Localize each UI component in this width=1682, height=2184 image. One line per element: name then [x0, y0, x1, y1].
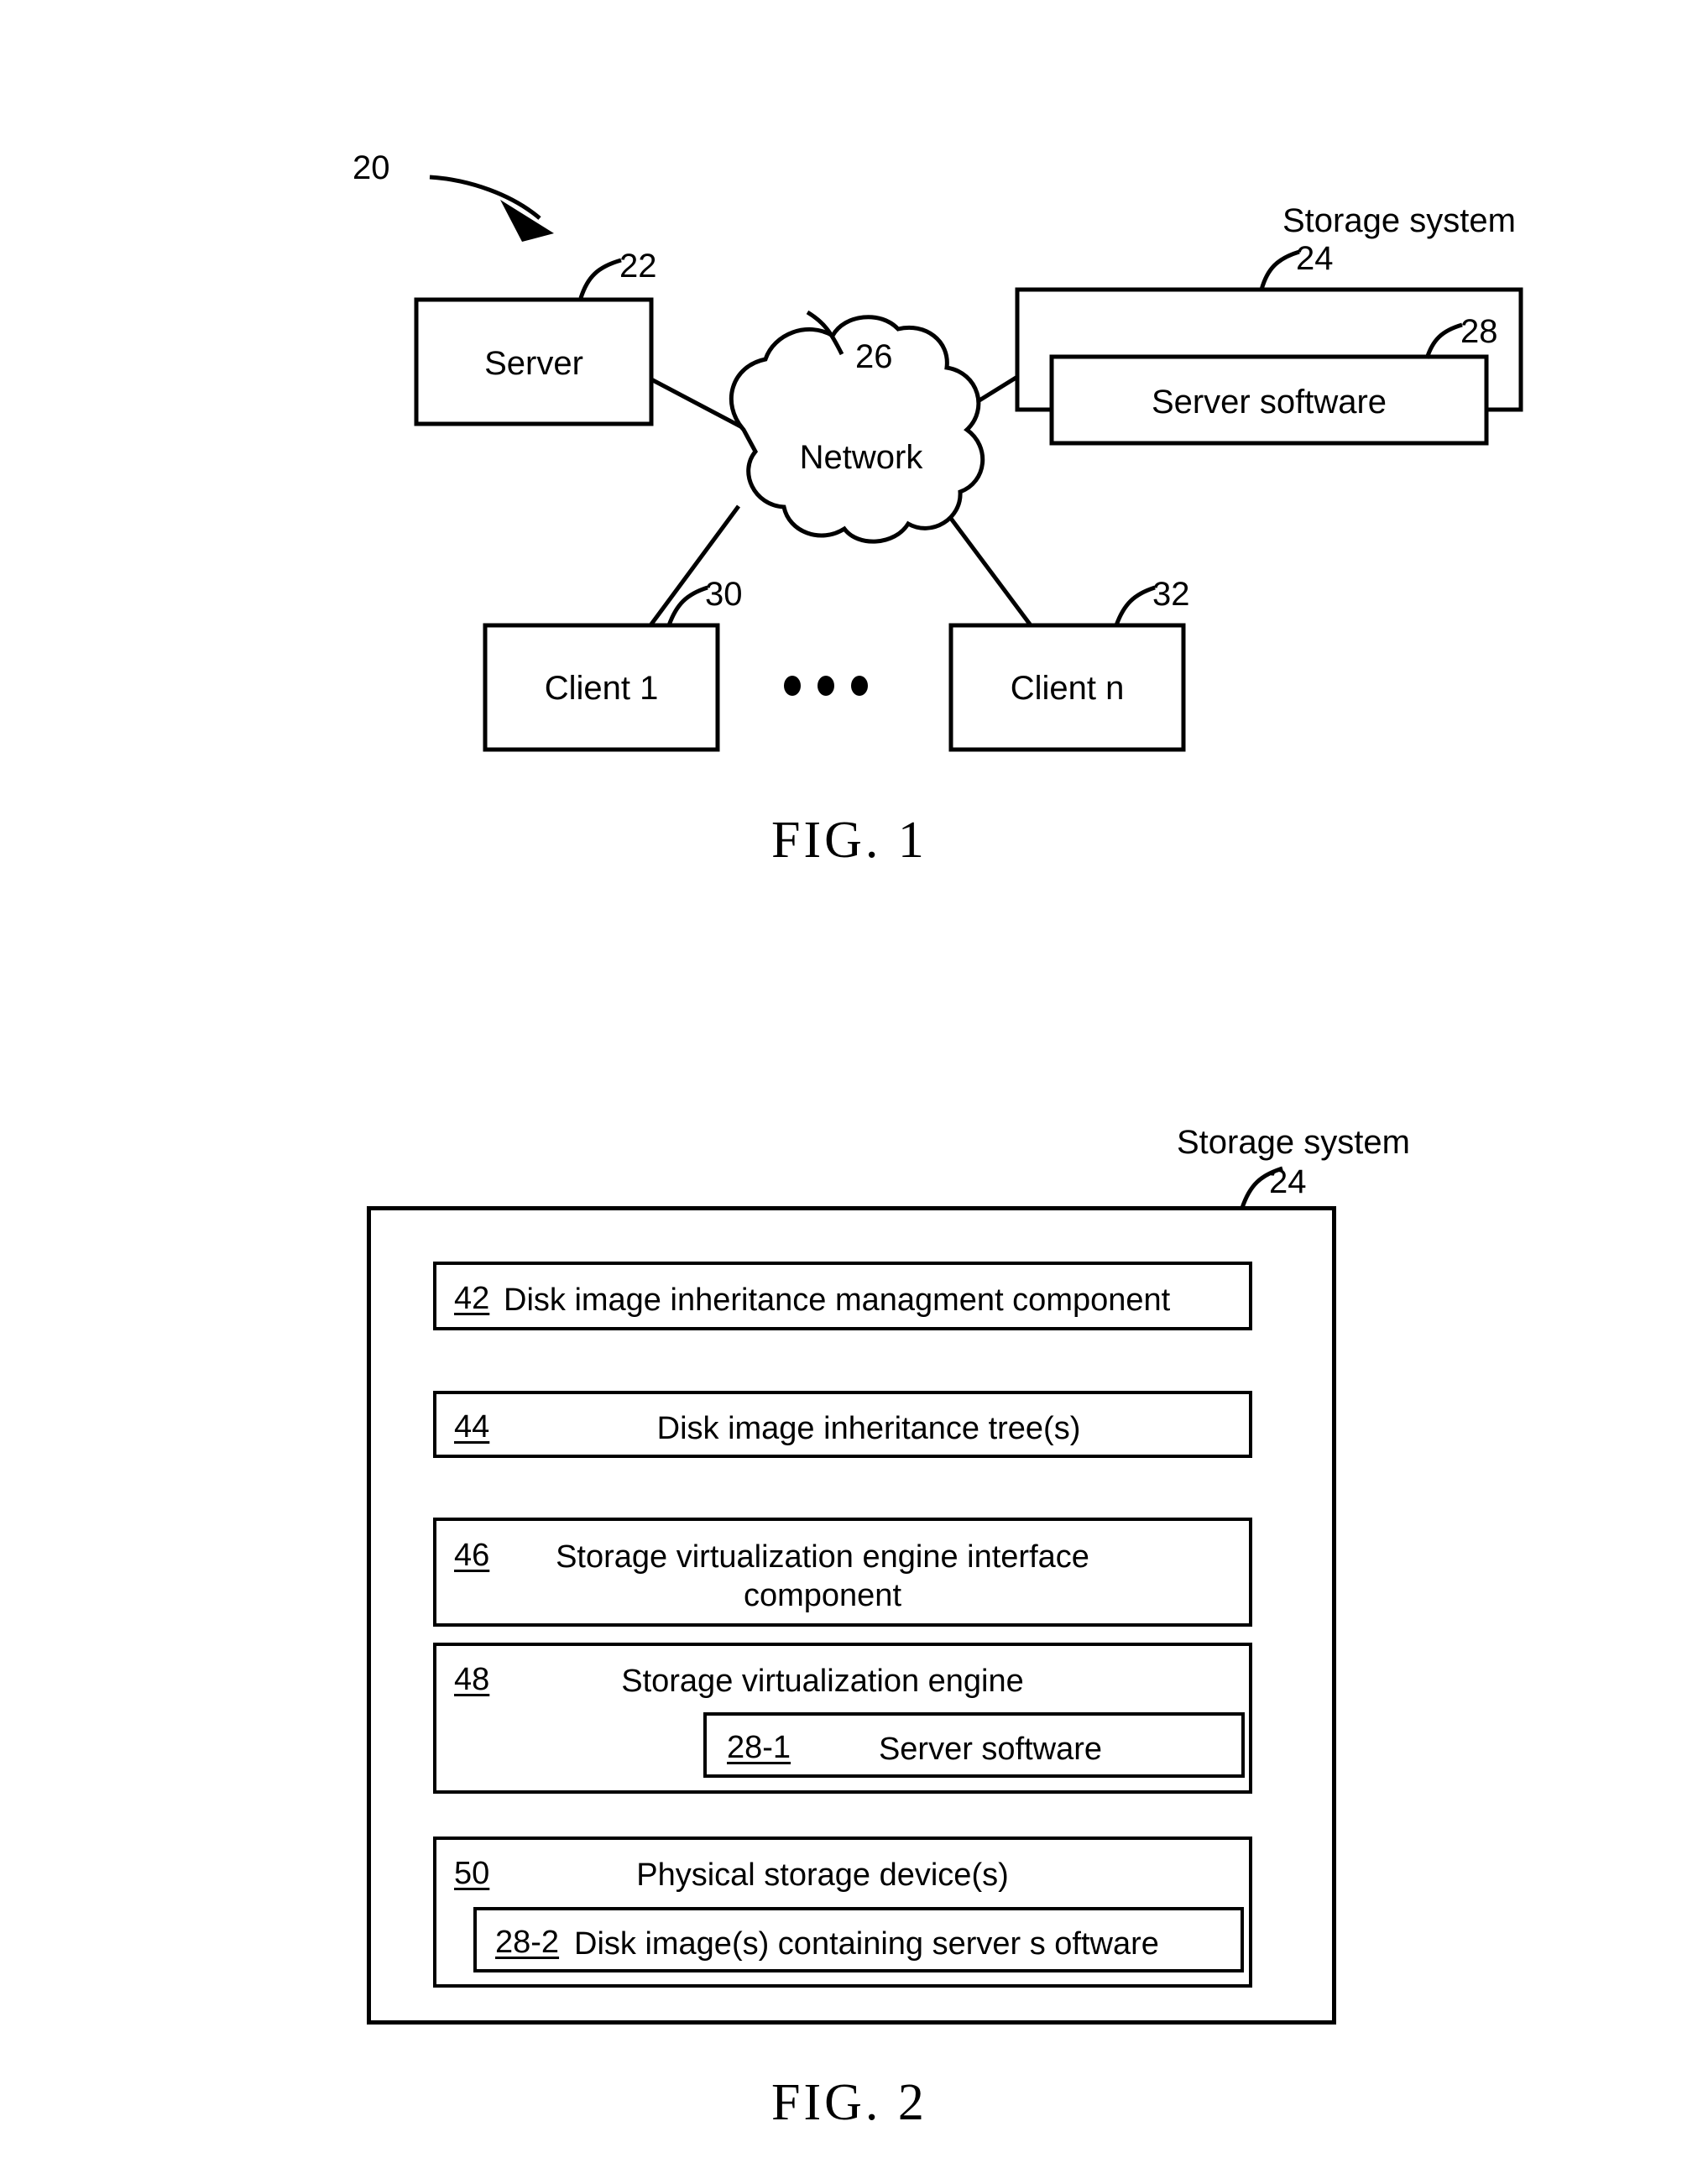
fig2-label-42: Disk image inheritance managment compone… — [504, 1283, 1171, 1318]
fig1-server-software-label: Server software — [1151, 384, 1387, 421]
fig2-label-28-1: Server software — [878, 1732, 1103, 1767]
fig2-ref-50: 50 — [454, 1856, 490, 1891]
ref-20-arrow — [429, 175, 554, 242]
fig2-ref-46: 46 — [454, 1538, 490, 1573]
ref-28-leader — [1424, 322, 1463, 359]
fig1-storage-system-label: Storage system — [1282, 202, 1516, 239]
fig1-ref-32: 32 — [1152, 576, 1190, 613]
ref-24-leader — [1259, 249, 1300, 290]
fig1-ref-24: 24 — [1296, 240, 1334, 277]
fig1-client1-label: Client 1 — [544, 670, 659, 707]
fig2-ref-48: 48 — [454, 1662, 490, 1697]
fig2-label-50: Physical storage device(s) — [636, 1857, 1009, 1893]
fig2-ref-28-1: 28-1 — [727, 1730, 791, 1765]
fig2-ref-28-2: 28-2 — [495, 1925, 560, 1960]
fig1-ellipsis-dots — [784, 676, 868, 696]
fig1-ref-20: 20 — [353, 149, 390, 186]
patent-drawing-sheet: 20 22 Server 26 Network Storage system 2… — [0, 0, 1682, 2184]
fig1-server-label: Server — [484, 345, 583, 382]
fig1-caption: FIG. 1 — [771, 812, 927, 869]
fig2-caption: FIG. 2 — [771, 2074, 927, 2131]
fig1-ref-22: 22 — [619, 248, 657, 285]
fig2-label-28-2: Disk image(s) containing server s oftwar… — [574, 1926, 1159, 1962]
fig1-ref-28: 28 — [1460, 313, 1498, 350]
fig1-network-label: Network — [799, 439, 923, 476]
fig2-ref-44: 44 — [454, 1409, 490, 1445]
ref-22-leader — [578, 258, 622, 299]
fig2-ref-42: 42 — [454, 1281, 490, 1316]
ref-26-leader — [806, 310, 844, 356]
ref-30-leader — [666, 585, 708, 626]
fig2-ref-24: 24 — [1269, 1163, 1307, 1200]
fig1-ref-30: 30 — [705, 576, 743, 613]
link-network-clientn — [939, 504, 1033, 627]
fig2-label-48: Storage virtualization engine — [621, 1664, 1024, 1699]
fig1-clientn-label: Client n — [1010, 670, 1125, 707]
ref-32-leader — [1114, 585, 1156, 626]
fig2-storage-system-label: Storage system — [1177, 1124, 1410, 1161]
fig1-ref-26: 26 — [855, 338, 893, 375]
fig2-label-44: Disk image inheritance tree(s) — [656, 1411, 1081, 1446]
link-server-network — [650, 377, 745, 431]
fig2-label-46: Storage virtualization engine interface … — [556, 1539, 1089, 1614]
link-network-storage — [936, 374, 1019, 429]
